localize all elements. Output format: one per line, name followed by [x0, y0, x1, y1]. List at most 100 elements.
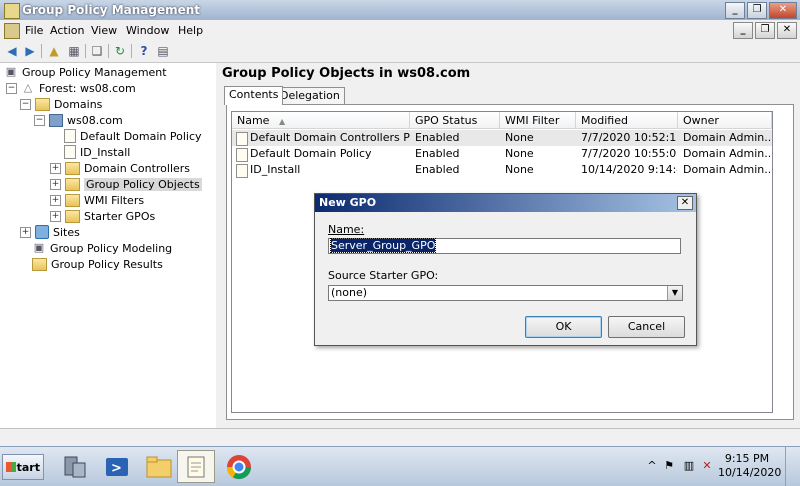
expand-icon[interactable]: +	[50, 210, 61, 222]
child-restore-button[interactable]: ❐	[755, 22, 775, 39]
tree-item-modeling[interactable]: ▣ Group Policy Modeling	[32, 240, 172, 256]
gpo-icon	[236, 132, 248, 146]
modeling-icon: ▣	[33, 241, 45, 254]
cancel-button[interactable]: Cancel	[608, 316, 685, 338]
dialog-close-button[interactable]: ✕	[677, 196, 693, 210]
collapse-icon[interactable]: −	[34, 114, 45, 126]
chrome-taskbar-button[interactable]	[220, 450, 258, 483]
app-icon[interactable]	[4, 3, 20, 19]
tree-item-domains[interactable]: − Domains	[20, 96, 102, 112]
column-header-owner[interactable]: Owner	[678, 112, 772, 129]
console-icon[interactable]	[4, 23, 20, 39]
table-row[interactable]: ID_Install Enabled None 10/14/2020 9:14:…	[232, 162, 772, 178]
title-bar[interactable]: Group Policy Management _ ❐ ✕	[0, 0, 800, 21]
copy-icon[interactable]: ❑	[89, 43, 105, 59]
collapse-icon[interactable]: −	[20, 98, 31, 110]
domain-icon	[49, 113, 63, 127]
clock[interactable]: 9:15 PM 10/14/2020	[718, 452, 781, 480]
column-header-wmi-filter[interactable]: WMI Filter	[500, 112, 576, 129]
refresh-icon[interactable]: ↻	[112, 43, 128, 59]
server-manager-taskbar-button[interactable]	[55, 450, 93, 483]
volume-muted-icon[interactable]: ✕	[700, 459, 714, 473]
column-header-modified[interactable]: Modified	[576, 112, 678, 129]
tree-item-label: WMI Filters	[84, 193, 145, 207]
column-header-name[interactable]: Name ▲	[232, 112, 410, 129]
tree-item-label: Group Policy Modeling	[50, 241, 173, 255]
folder-icon	[65, 193, 80, 207]
gpo-link-icon	[64, 145, 76, 159]
ok-button[interactable]: OK	[525, 316, 602, 338]
child-close-button[interactable]: ✕	[777, 22, 797, 39]
folder-icon	[65, 177, 80, 191]
clock-time: 9:15 PM	[724, 452, 770, 465]
forward-arrow-icon[interactable]: ▶	[22, 43, 38, 59]
group-policy-taskbar-button[interactable]	[177, 450, 215, 483]
child-minimize-button[interactable]: _	[733, 22, 753, 39]
tree-item-sites[interactable]: + Sites	[20, 224, 80, 240]
sort-ascending-icon: ▲	[278, 117, 286, 126]
tree-item-id-install[interactable]: ID_Install	[64, 144, 130, 160]
explorer-taskbar-button[interactable]	[140, 450, 178, 483]
new-gpo-dialog: New GPO ✕ Name: Server_Group_GPO Source …	[314, 193, 697, 346]
start-button[interactable]: Start	[2, 454, 44, 480]
tree-item-label: ws08.com	[67, 113, 123, 127]
show-hide-tree-icon[interactable]: ▦	[66, 43, 82, 59]
column-header-gpo-status[interactable]: GPO Status	[410, 112, 500, 129]
dialog-title-bar[interactable]: New GPO ✕	[315, 194, 696, 212]
expand-icon[interactable]: +	[50, 178, 61, 190]
tree-item-wmi-filters[interactable]: + WMI Filters	[50, 192, 144, 208]
help-icon[interactable]: ?	[136, 43, 152, 59]
up-folder-icon[interactable]: ▲	[46, 43, 62, 59]
toolbar: ◀ ▶ ▲ ▦ ❑ ↻ ? ▤	[0, 40, 800, 63]
page-title: Group Policy Objects in ws08.com	[222, 66, 471, 81]
tree-item-label: ID_Install	[80, 145, 131, 159]
expand-icon[interactable]: +	[50, 162, 61, 174]
expand-icon[interactable]: +	[20, 226, 31, 238]
menu-help[interactable]: Help	[178, 24, 203, 37]
dialog-title: New GPO	[319, 196, 377, 209]
show-hidden-icons-button[interactable]: ^	[645, 459, 659, 473]
gpo-icon	[236, 164, 248, 178]
expand-icon[interactable]: +	[50, 194, 61, 206]
menu-window[interactable]: Window	[126, 24, 169, 37]
tree-item-forest[interactable]: − △ Forest: ws08.com	[6, 80, 136, 96]
gpo-link-icon	[64, 129, 76, 143]
table-row[interactable]: Default Domain Controllers Policy Enable…	[232, 130, 772, 146]
menu-action[interactable]: Action	[50, 24, 84, 37]
source-starter-gpo-select[interactable]: (none) ▼	[328, 285, 683, 301]
server-manager-icon	[64, 456, 86, 477]
chevron-down-icon[interactable]: ▼	[667, 286, 682, 300]
powershell-taskbar-button[interactable]: >	[98, 450, 136, 483]
console-tree[interactable]: ▣ Group Policy Management − △ Forest: ws…	[0, 63, 217, 428]
tree-item-default-domain-policy[interactable]: Default Domain Policy	[64, 128, 202, 144]
tree-item-domain-ws08[interactable]: − ws08.com	[34, 112, 123, 128]
network-icon[interactable]: ▥	[682, 459, 696, 473]
tree-item-results[interactable]: Group Policy Results	[32, 256, 163, 272]
collapse-icon[interactable]: −	[6, 82, 17, 94]
restore-button[interactable]: ❐	[747, 2, 767, 19]
tree-item-gpm[interactable]: ▣ Group Policy Management	[4, 64, 167, 80]
properties-icon[interactable]: ▤	[155, 43, 171, 59]
chrome-icon	[227, 454, 251, 479]
menu-bar: File Action View Window Help _ ❐ ✕	[0, 20, 800, 41]
table-row[interactable]: Default Domain Policy Enabled None 7/7/2…	[232, 146, 772, 162]
tree-item-label: Group Policy Management	[22, 65, 167, 79]
tab-contents[interactable]: Contents	[224, 86, 284, 105]
minimize-button[interactable]: _	[725, 2, 745, 19]
show-desktop-button[interactable]	[785, 447, 800, 486]
menu-view[interactable]: View	[91, 24, 117, 37]
starter-gpo-value: (none)	[331, 286, 368, 299]
tab-delegation[interactable]: Delegation	[275, 87, 345, 105]
tree-item-starter-gpos[interactable]: + Starter GPOs	[50, 208, 155, 224]
folder-icon	[146, 456, 172, 477]
gpo-name-input[interactable]: Server_Group_GPO	[328, 238, 681, 254]
back-arrow-icon[interactable]: ◀	[4, 43, 20, 59]
tree-item-domain-controllers[interactable]: + Domain Controllers	[50, 160, 190, 176]
window-title: Group Policy Management	[22, 3, 201, 17]
tree-item-group-policy-objects[interactable]: + Group Policy Objects	[50, 176, 202, 192]
tree-item-label: Group Policy Results	[51, 257, 163, 271]
close-button[interactable]: ✕	[769, 2, 797, 19]
action-center-flag-icon[interactable]: ⚑	[662, 459, 676, 473]
powershell-icon: >	[106, 457, 128, 476]
menu-file[interactable]: File	[25, 24, 43, 37]
